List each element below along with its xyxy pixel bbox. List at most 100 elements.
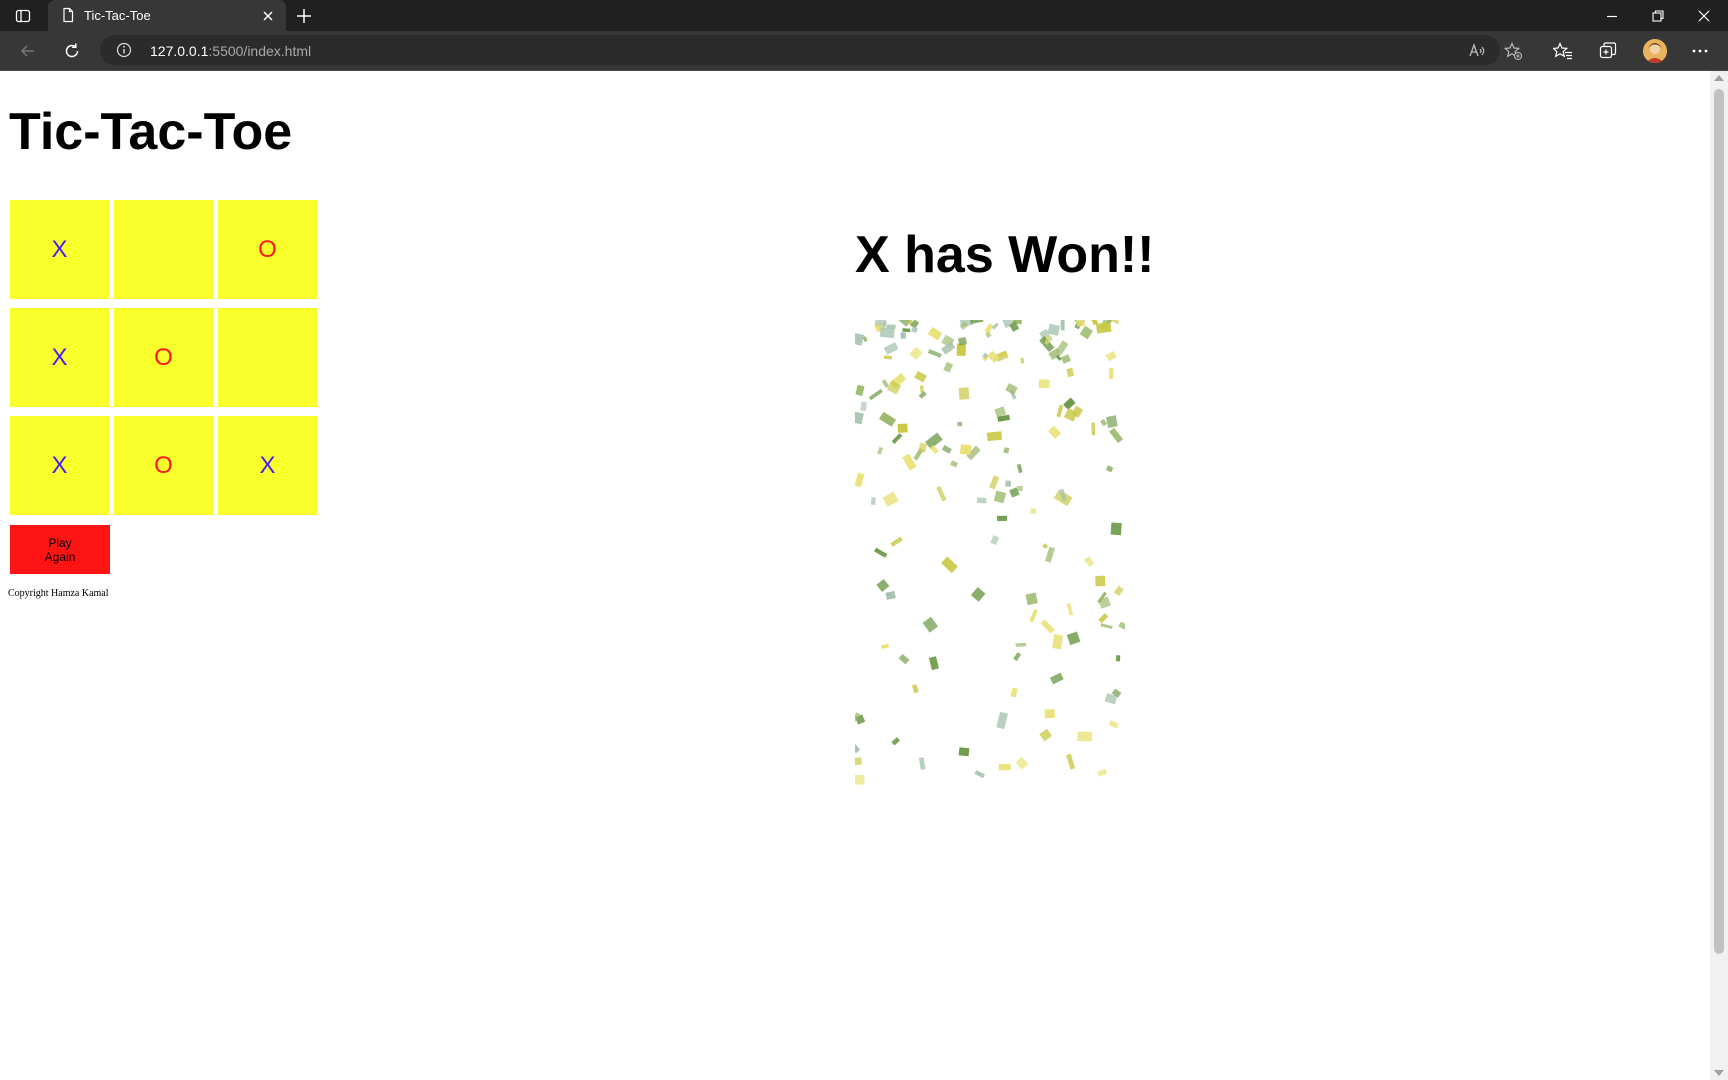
confetti-piece bbox=[891, 737, 901, 746]
confetti-piece bbox=[1105, 350, 1117, 362]
confetti-piece bbox=[936, 485, 947, 502]
confetti-piece bbox=[902, 328, 911, 333]
confetti-piece bbox=[957, 421, 963, 427]
vertical-scrollbar[interactable] bbox=[1710, 71, 1728, 1080]
confetti-piece bbox=[1097, 768, 1108, 777]
close-tab-icon[interactable] bbox=[260, 8, 276, 24]
confetti-piece bbox=[1056, 404, 1064, 418]
confetti-piece bbox=[1016, 463, 1023, 474]
confetti-piece bbox=[876, 578, 890, 592]
more-icon[interactable] bbox=[1690, 41, 1710, 61]
confetti-piece bbox=[1060, 354, 1071, 364]
confetti-piece bbox=[891, 433, 903, 444]
board-cell-7[interactable]: X bbox=[10, 416, 109, 515]
board-cell-5[interactable]: O bbox=[114, 308, 213, 407]
browser-toolbar: 127.0.0.1:5500/index.html bbox=[0, 31, 1728, 70]
confetti-animation bbox=[855, 320, 1125, 785]
collections-icon[interactable] bbox=[1598, 41, 1618, 61]
new-tab-icon[interactable] bbox=[295, 7, 313, 25]
board-cell-1[interactable]: X bbox=[10, 200, 109, 299]
confetti-piece bbox=[1060, 320, 1065, 331]
close-window-icon[interactable] bbox=[1696, 8, 1712, 24]
confetti-piece bbox=[881, 379, 890, 388]
confetti-piece bbox=[1066, 753, 1076, 770]
page-viewport: Tic-Tac-Toe X O X O X O X Play Again Copy… bbox=[0, 71, 1710, 1080]
confetti-piece bbox=[860, 401, 867, 412]
minimize-icon[interactable] bbox=[1604, 8, 1620, 24]
confetti-piece bbox=[1017, 485, 1023, 492]
restore-icon[interactable] bbox=[1650, 8, 1666, 24]
confetti-piece bbox=[984, 323, 994, 334]
board-cell-6[interactable] bbox=[218, 308, 317, 407]
confetti-piece bbox=[874, 547, 888, 558]
confetti-piece bbox=[1106, 415, 1118, 428]
confetti-piece bbox=[996, 711, 1008, 730]
confetti-piece bbox=[941, 556, 958, 574]
copyright-text: Copyright Hamza Kamal bbox=[8, 588, 109, 599]
confetti-piece bbox=[885, 590, 896, 600]
back-icon[interactable] bbox=[18, 41, 38, 61]
confetti-piece bbox=[1029, 609, 1038, 623]
confetti-piece bbox=[1091, 422, 1096, 436]
add-favorite-icon[interactable] bbox=[1503, 41, 1523, 61]
confetti-piece bbox=[1066, 602, 1074, 616]
confetti-piece bbox=[890, 536, 903, 547]
tab-actions-icon[interactable] bbox=[15, 8, 31, 24]
board-cell-8[interactable]: O bbox=[114, 416, 213, 515]
confetti-piece bbox=[855, 774, 865, 785]
board-cell-3[interactable]: O bbox=[218, 200, 317, 299]
confetti-piece bbox=[1010, 687, 1018, 698]
confetti-piece bbox=[1005, 383, 1018, 395]
confetti-piece bbox=[1048, 425, 1062, 439]
confetti-piece bbox=[1044, 546, 1056, 563]
confetti-piece bbox=[1052, 634, 1064, 650]
confetti-piece bbox=[855, 743, 861, 754]
confetti-piece bbox=[919, 385, 924, 393]
favorites-icon[interactable] bbox=[1553, 41, 1573, 61]
confetti-piece bbox=[1110, 522, 1122, 536]
confetti-piece bbox=[911, 684, 919, 694]
active-tab[interactable]: Tic-Tac-Toe bbox=[48, 0, 286, 31]
confetti-piece bbox=[956, 343, 966, 356]
board-cell-4[interactable]: X bbox=[10, 308, 109, 407]
board-cell-9[interactable]: X bbox=[218, 416, 317, 515]
confetti-piece bbox=[1077, 731, 1093, 742]
confetti-piece bbox=[883, 355, 893, 360]
confetti-piece bbox=[928, 656, 940, 671]
confetti-piece bbox=[1109, 427, 1124, 444]
winner-message: X has Won!! bbox=[855, 226, 1155, 284]
confetti-piece bbox=[989, 475, 1000, 490]
confetti-piece bbox=[958, 747, 970, 757]
confetti-piece bbox=[943, 361, 954, 373]
confetti-piece bbox=[880, 643, 890, 649]
scroll-up-arrow[interactable] bbox=[1714, 75, 1724, 81]
play-again-label-line2: Again bbox=[44, 549, 76, 564]
scrollbar-thumb[interactable] bbox=[1714, 89, 1724, 954]
confetti-piece bbox=[986, 431, 1003, 442]
confetti-piece bbox=[1100, 418, 1108, 427]
address-bar[interactable]: 127.0.0.1:5500/index.html bbox=[100, 35, 1500, 65]
play-again-button[interactable]: Play Again bbox=[10, 525, 110, 574]
confetti-piece bbox=[1105, 465, 1114, 473]
read-aloud-icon[interactable] bbox=[1467, 41, 1487, 61]
confetti-piece bbox=[876, 446, 884, 455]
profile-avatar[interactable] bbox=[1643, 39, 1667, 63]
confetti-piece bbox=[927, 349, 942, 358]
refresh-icon[interactable] bbox=[62, 41, 82, 61]
confetti-piece bbox=[1015, 756, 1029, 770]
board-cell-2[interactable] bbox=[114, 200, 213, 299]
confetti-piece bbox=[950, 460, 959, 468]
confetti-piece bbox=[1047, 323, 1061, 336]
confetti-piece bbox=[909, 346, 923, 361]
confetti-piece bbox=[974, 770, 986, 779]
site-info-icon[interactable] bbox=[116, 42, 132, 58]
confetti-piece bbox=[927, 326, 943, 341]
confetti-piece bbox=[969, 320, 984, 324]
confetti-piece bbox=[958, 336, 967, 346]
confetti-piece bbox=[1066, 631, 1081, 646]
confetti-piece bbox=[1013, 652, 1022, 662]
confetti-piece bbox=[958, 387, 970, 400]
confetti-piece bbox=[959, 444, 972, 455]
scroll-down-arrow[interactable] bbox=[1714, 1070, 1724, 1076]
confetti-piece bbox=[1079, 325, 1094, 340]
